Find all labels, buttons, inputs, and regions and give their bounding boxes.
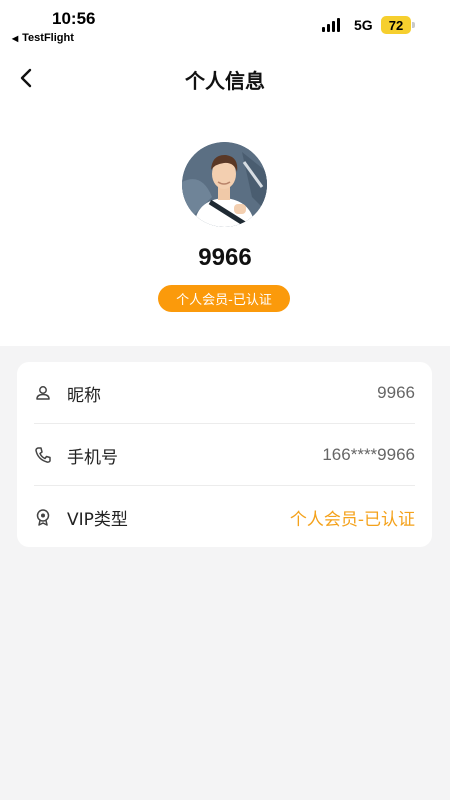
phone-row[interactable]: 手机号 166****9966: [17, 424, 432, 486]
back-triangle-icon: ◀: [12, 33, 19, 43]
profile-nickname: 9966: [198, 244, 252, 271]
nickname-label: 昵称: [67, 385, 101, 406]
signal-icon: [322, 18, 340, 32]
vip-type-row[interactable]: VIP类型 个人会员-已认证: [17, 486, 432, 548]
battery-tip: [412, 22, 415, 28]
nickname-value: 9966: [377, 383, 415, 402]
phone-value: 166****9966: [322, 445, 415, 464]
battery-icon: 72: [381, 16, 411, 34]
phone-label: 手机号: [67, 447, 118, 468]
phone-icon: [35, 447, 51, 463]
back-app-label: TestFlight: [22, 32, 74, 44]
medal-icon: [36, 509, 50, 526]
network-type: 5G: [354, 17, 373, 33]
avatar[interactable]: [182, 142, 267, 227]
nickname-row[interactable]: 昵称 9966: [17, 362, 432, 424]
page-title: 个人信息: [185, 69, 265, 93]
status-time: 10:56: [52, 9, 96, 28]
member-status-badge: 个人会员-已认证: [158, 285, 290, 312]
user-icon: [36, 386, 50, 400]
back-to-app-link[interactable]: ◀ TestFlight: [12, 32, 74, 44]
vip-type-value: 个人会员-已认证: [289, 509, 415, 530]
avatar-illustration: [182, 142, 267, 227]
profile-info-card: 昵称 9966 手机号 166****9966 VIP类型 个人会员-已认证: [17, 362, 432, 547]
vip-type-label: VIP类型: [67, 509, 128, 530]
battery-level: 72: [388, 17, 404, 33]
